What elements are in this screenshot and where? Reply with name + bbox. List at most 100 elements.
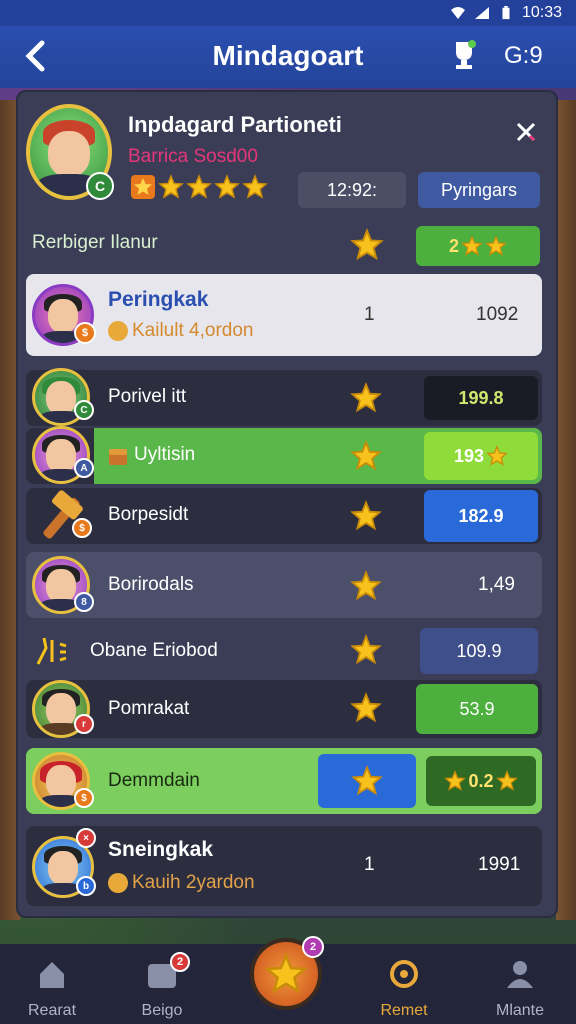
- header-right-label[interactable]: G:9: [504, 42, 543, 70]
- gear-icon: [390, 960, 418, 988]
- sparkle-icon: [36, 637, 67, 665]
- signal-icon: [474, 7, 489, 19]
- row-subtitle-text: Kauih 2yardon: [132, 872, 255, 893]
- row-name: Sneingkak: [108, 838, 214, 861]
- leaderboard-row[interactable]: r Pomrakat 53.9: [26, 680, 542, 738]
- avatar-badge: $: [74, 322, 96, 344]
- star-icon: [444, 770, 467, 791]
- close-button[interactable]: [512, 118, 540, 146]
- avatar-badge: 8: [74, 592, 94, 612]
- status-time: 10:33: [521, 4, 562, 21]
- avatar-face: [46, 439, 76, 474]
- row-score: 109.9: [420, 628, 538, 674]
- nav-item-profile[interactable]: Mlante: [478, 952, 562, 1020]
- avatar-face: [48, 299, 78, 334]
- bottom-nav: Rearat 2 Beigo 2 Remet Mlante: [0, 936, 576, 1024]
- leaderboard-row-player[interactable]: × b Sneingkak Kauih 2yardon 1 1991: [26, 826, 542, 906]
- nav-item-home[interactable]: Rearat: [10, 952, 94, 1020]
- wifi-icon: [450, 7, 465, 19]
- row-score: 53.9: [416, 684, 538, 734]
- row-star-box: [318, 754, 416, 808]
- row-score-pill: 193: [424, 432, 538, 480]
- battery-icon: [502, 6, 510, 20]
- star-icon: [461, 235, 483, 256]
- profile-subtitle: Barrica Sosd00: [128, 146, 258, 167]
- rank-badge-icon: [131, 175, 155, 199]
- page-title: Mindagoart: [212, 40, 364, 71]
- notification-badge: ×: [76, 828, 96, 848]
- row-subtitle: Kauih 2yardon: [108, 872, 255, 894]
- row-name: Demmdain: [108, 770, 200, 791]
- notification-badge: 2: [302, 936, 324, 958]
- row-score: 1991: [478, 854, 521, 875]
- coin-icon: [108, 873, 128, 893]
- reward-pill[interactable]: 2: [416, 226, 540, 266]
- reward-label: Rerbiger Ilanur: [32, 232, 158, 253]
- star-icon: [495, 770, 518, 791]
- avatar-badge: A: [74, 458, 94, 478]
- row-score: 193: [453, 445, 485, 466]
- leaderboard-row[interactable]: C Porivel itt 199.8: [26, 368, 542, 426]
- row-name: Borirodals: [108, 574, 194, 595]
- rankings-button[interactable]: Pyringars: [418, 172, 540, 208]
- row-name: Peringkak: [108, 288, 209, 311]
- leaderboard-row-top[interactable]: $ Peringkak Kailult 4,ordon 1 1092: [26, 274, 542, 356]
- nav-item-center[interactable]: 2: [250, 936, 324, 1010]
- star-icon: [264, 952, 308, 994]
- avatar-face: [48, 851, 78, 886]
- avatar-badge: C: [74, 400, 94, 420]
- row-score: 199.8: [424, 376, 538, 420]
- star-icon: [350, 228, 384, 261]
- row-name: Obane Eriobod: [90, 640, 218, 661]
- nav-item-settings[interactable]: Remet: [362, 952, 446, 1020]
- home-icon: [40, 962, 64, 988]
- leaderboard-row-highlight[interactable]: $ Demmdain 0.2: [26, 748, 542, 814]
- avatar-face: [46, 381, 76, 416]
- row-rank: 1: [364, 854, 375, 875]
- wood-pillar-right: [556, 100, 576, 920]
- avatar-face: [48, 130, 90, 177]
- leaderboard-row[interactable]: $ Borpesidt 182.9: [26, 488, 542, 544]
- nav-item-badges[interactable]: 2 Beigo: [120, 952, 204, 1020]
- star-icon: [350, 500, 382, 531]
- row-name: Borpesidt: [108, 504, 189, 525]
- row-subtitle-text: Kailult 4,ordon: [132, 320, 254, 341]
- profile-level-badge: C: [86, 172, 114, 200]
- avatar-face: [46, 693, 76, 728]
- close-icon: [516, 122, 536, 142]
- nav-label: Beigo: [141, 1002, 183, 1019]
- star-icon: [350, 634, 382, 665]
- star-icon: [350, 440, 382, 471]
- row-score: 182.9: [424, 490, 538, 542]
- user-icon: [507, 961, 533, 988]
- chest-icon: [109, 449, 127, 465]
- row-rank: 1: [364, 304, 375, 325]
- nav-label: Mlante: [495, 1002, 545, 1019]
- avatar-badge: r: [74, 714, 94, 734]
- leaderboard-row[interactable]: A Uyltisin 193: [26, 426, 542, 484]
- star-icon: [350, 382, 382, 413]
- row-score: 1092: [476, 304, 519, 325]
- trophy-icon[interactable]: [450, 40, 478, 70]
- profile-name: Inpdagard Partioneti: [128, 112, 342, 137]
- avatar-badge: b: [76, 876, 96, 896]
- nav-label: Rearat: [27, 1002, 77, 1019]
- row-name: Pomrakat: [108, 698, 190, 719]
- avatar-face: [46, 569, 76, 604]
- star-icon: [242, 174, 268, 199]
- avatar-face: [46, 765, 76, 800]
- leaderboard-row[interactable]: Obane Eriobod 109.9: [26, 624, 542, 678]
- star-icon: [214, 174, 240, 199]
- reward-value: 2: [448, 235, 459, 256]
- star-icon: [186, 174, 212, 199]
- status-bar: 10:33: [0, 0, 576, 26]
- leaderboard-row[interactable]: 8 Borirodals 1,49: [26, 552, 542, 618]
- notification-badge: 2: [170, 952, 190, 972]
- row-score-pill: 0.2: [426, 756, 536, 806]
- star-icon: [350, 692, 382, 723]
- profile-stars: [130, 174, 268, 200]
- row-subtitle: Kailult 4,ordon: [108, 320, 253, 342]
- star-icon: [351, 765, 383, 796]
- timer-box: 12:92:: [298, 172, 406, 208]
- star-icon: [486, 445, 508, 466]
